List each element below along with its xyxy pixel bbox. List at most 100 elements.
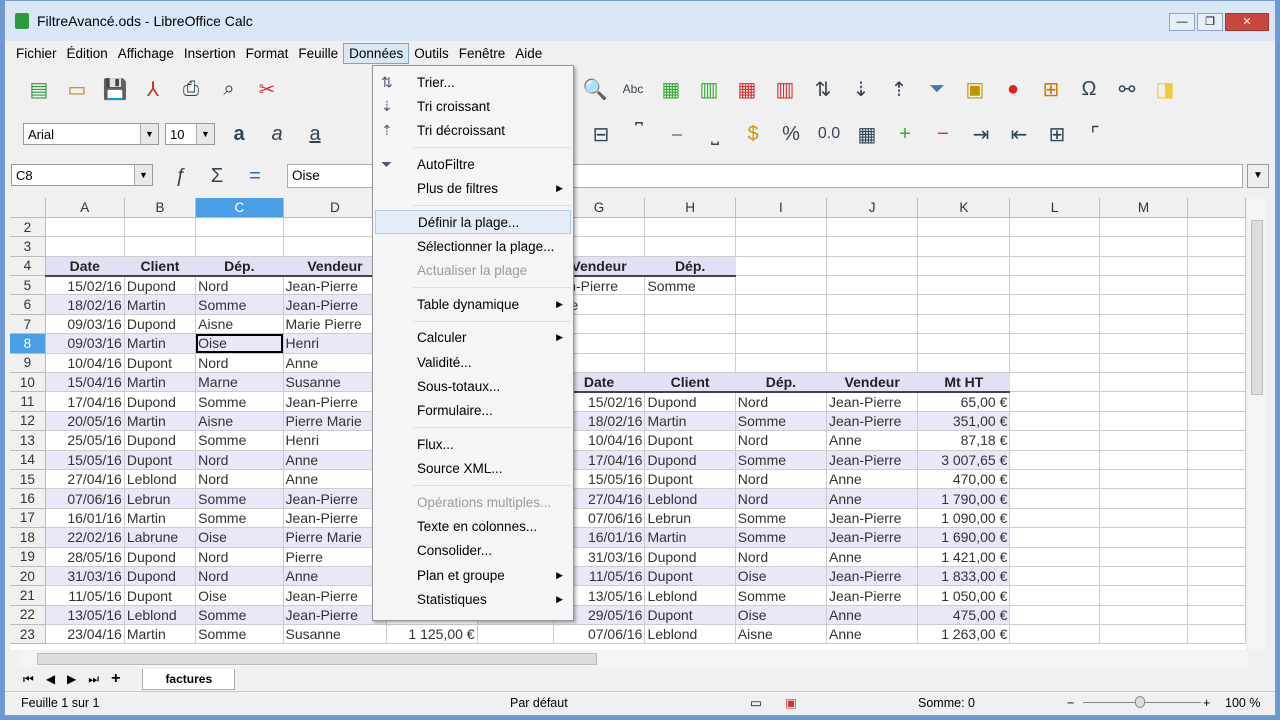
menu-item-flux[interactable]: Flux... bbox=[373, 432, 573, 456]
cell-N4[interactable] bbox=[1187, 256, 1246, 277]
cell-C15[interactable]: Nord bbox=[195, 469, 284, 490]
cell-I7[interactable] bbox=[735, 314, 828, 335]
column-header-I[interactable]: I bbox=[735, 198, 828, 218]
cell-C8[interactable]: Oise bbox=[195, 333, 284, 354]
cell-C4[interactable]: Dép. bbox=[195, 256, 284, 277]
cell-J17[interactable]: Jean-Pierre bbox=[826, 508, 919, 529]
row-header[interactable]: 3 bbox=[10, 236, 46, 257]
cell-C22[interactable]: Somme bbox=[195, 605, 284, 626]
minimize-button[interactable]: — bbox=[1169, 13, 1195, 31]
row-header[interactable]: 14 bbox=[10, 450, 46, 470]
cell-K21[interactable]: 1 050,00 € bbox=[917, 585, 1011, 606]
cell-H21[interactable]: Leblond bbox=[644, 585, 736, 606]
row-header[interactable]: 15 bbox=[10, 469, 46, 490]
date-format-icon[interactable]: ▦ bbox=[853, 120, 881, 148]
column-header-J[interactable]: J bbox=[826, 198, 919, 218]
cell-M20[interactable] bbox=[1099, 566, 1189, 587]
italic-icon[interactable]: a bbox=[263, 120, 291, 148]
cell-M16[interactable] bbox=[1099, 488, 1189, 509]
cell-B3[interactable] bbox=[124, 236, 197, 257]
cell-J2[interactable] bbox=[826, 217, 919, 238]
cell-B10[interactable]: Martin bbox=[124, 372, 197, 393]
cell-L8[interactable] bbox=[1009, 333, 1100, 354]
cell-J12[interactable]: Jean-Pierre bbox=[826, 411, 919, 432]
cell-B7[interactable]: Dupond bbox=[124, 314, 197, 335]
cell-K18[interactable]: 1 690,00 € bbox=[917, 527, 1011, 548]
cell-K10[interactable]: Mt HT bbox=[917, 372, 1011, 393]
cell-I16[interactable]: Nord bbox=[735, 488, 828, 509]
cell-B13[interactable]: Dupond bbox=[124, 430, 197, 451]
cell-B8[interactable]: Martin bbox=[124, 333, 197, 354]
cell-L13[interactable] bbox=[1009, 430, 1100, 451]
menu-item-validite[interactable]: Validité... bbox=[373, 350, 573, 374]
insert-row-icon[interactable]: ▦ bbox=[657, 75, 685, 103]
formula-icon[interactable]: = bbox=[241, 162, 269, 190]
cell-A11[interactable]: 17/04/16 bbox=[45, 391, 125, 412]
cell-C7[interactable]: Aisne bbox=[195, 314, 284, 335]
cell-N14[interactable] bbox=[1187, 450, 1246, 470]
cell-I5[interactable] bbox=[735, 275, 828, 296]
column-header-H[interactable]: H bbox=[644, 198, 736, 218]
menu-item-trier[interactable]: ⇅ Trier... bbox=[373, 70, 573, 94]
sort-ascending-icon[interactable]: ⇡ bbox=[885, 75, 913, 103]
align-center-icon[interactable]: ⎯ bbox=[663, 120, 691, 148]
cell-D23[interactable]: Susanne bbox=[283, 624, 388, 645]
cell-M21[interactable] bbox=[1099, 585, 1189, 606]
cell-A9[interactable]: 10/04/16 bbox=[45, 353, 125, 374]
cell-M10[interactable] bbox=[1099, 372, 1189, 393]
cell-M14[interactable] bbox=[1099, 450, 1189, 470]
cell-B20[interactable]: Dupond bbox=[124, 566, 197, 587]
cell-B2[interactable] bbox=[124, 217, 197, 238]
menu-item-table-dynamique[interactable]: Table dynamique ▶ bbox=[373, 292, 573, 316]
menu-item-tri-decroissant[interactable]: ⇡ Tri décroissant bbox=[373, 119, 573, 143]
cell-J6[interactable] bbox=[826, 294, 919, 315]
delete-decimal-icon[interactable]: − bbox=[929, 120, 957, 148]
cell-L3[interactable] bbox=[1009, 236, 1100, 257]
cell-L9[interactable] bbox=[1009, 353, 1100, 374]
column-header-extra[interactable] bbox=[1187, 198, 1246, 218]
cell-L18[interactable] bbox=[1009, 527, 1100, 548]
cell-H3[interactable] bbox=[644, 236, 736, 257]
cell-K8[interactable] bbox=[917, 333, 1011, 354]
cut-icon[interactable]: ✂ bbox=[253, 75, 281, 103]
cell-B5[interactable]: Dupond bbox=[124, 275, 197, 296]
cell-K22[interactable]: 475,00 € bbox=[917, 605, 1011, 626]
align-bottom-icon[interactable]: ⎵ bbox=[701, 120, 729, 148]
zoom-slider-handle[interactable] bbox=[1135, 696, 1145, 708]
cell-C2[interactable] bbox=[195, 217, 284, 238]
cell-L23[interactable] bbox=[1009, 624, 1100, 645]
cell-A5[interactable]: 15/02/16 bbox=[45, 275, 125, 296]
cell-C12[interactable]: Aisne bbox=[195, 411, 284, 432]
cell-K2[interactable] bbox=[917, 217, 1011, 238]
cell-H23[interactable]: Leblond bbox=[644, 624, 736, 645]
cell-A17[interactable]: 16/01/16 bbox=[45, 508, 125, 529]
cell-N22[interactable] bbox=[1187, 605, 1246, 626]
increase-indent-icon[interactable]: ⇥ bbox=[967, 120, 995, 148]
cell-B17[interactable]: Martin bbox=[124, 508, 197, 529]
cell-E23[interactable]: 1 125,00 € bbox=[386, 624, 478, 645]
underline-icon[interactable]: a bbox=[301, 120, 329, 148]
border-style-icon[interactable]: ⌜ bbox=[1081, 120, 1109, 148]
cell-C17[interactable]: Somme bbox=[195, 508, 284, 529]
scrollbar-thumb[interactable] bbox=[1251, 220, 1263, 395]
menu-item-tri-croissant[interactable]: ⇣ Tri croissant bbox=[373, 94, 573, 118]
cell-K14[interactable]: 3 007,65 € bbox=[917, 450, 1011, 470]
number-format-button[interactable]: 0.0 bbox=[815, 120, 843, 148]
cell-I21[interactable]: Somme bbox=[735, 585, 828, 606]
delete-row-icon[interactable]: ▦ bbox=[733, 75, 761, 103]
cell-B9[interactable]: Dupont bbox=[124, 353, 197, 374]
cell-H9[interactable] bbox=[644, 353, 736, 374]
cell-L15[interactable] bbox=[1009, 469, 1100, 490]
menu-affichage[interactable]: Affichage bbox=[113, 44, 179, 63]
find-replace-icon[interactable]: 🔍 bbox=[581, 75, 609, 103]
cell-B6[interactable]: Martin bbox=[124, 294, 197, 315]
cell-H13[interactable]: Dupont bbox=[644, 430, 736, 451]
row-header[interactable]: 2 bbox=[10, 217, 46, 238]
cell-M12[interactable] bbox=[1099, 411, 1189, 432]
column-header-M[interactable]: M bbox=[1099, 198, 1189, 218]
menu-insertion[interactable]: Insertion bbox=[179, 44, 241, 63]
cell-H19[interactable]: Dupond bbox=[644, 547, 736, 567]
insert-chart-icon[interactable]: ● bbox=[999, 75, 1027, 103]
cell-K3[interactable] bbox=[917, 236, 1011, 257]
cell-A7[interactable]: 09/03/16 bbox=[45, 314, 125, 335]
